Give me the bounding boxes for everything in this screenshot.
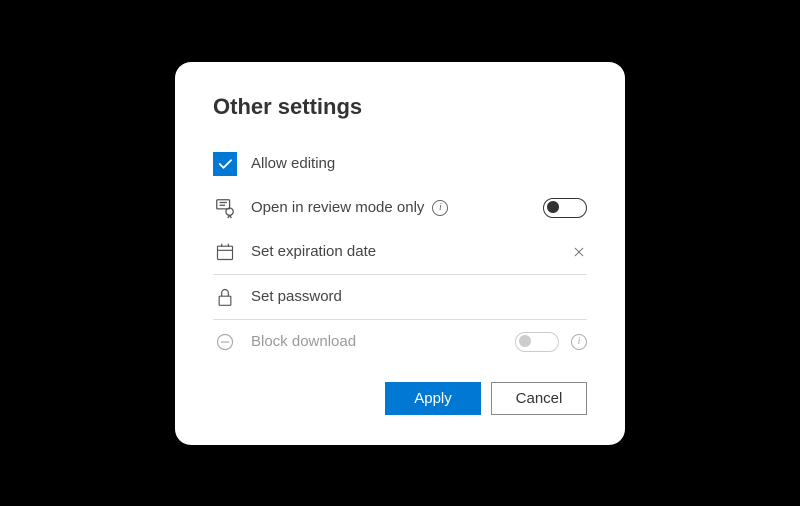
row-expiration[interactable]: Set expiration date <box>213 230 587 274</box>
expiration-label: Set expiration date <box>251 243 376 260</box>
button-row: Apply Cancel <box>213 382 587 415</box>
toggle-knob <box>519 335 531 347</box>
dialog-title: Other settings <box>213 94 587 120</box>
block-download-toggle <box>515 332 559 352</box>
calendar-icon <box>213 240 237 264</box>
review-mode-icon <box>213 196 237 220</box>
cancel-button[interactable]: Cancel <box>491 382 587 415</box>
review-mode-toggle[interactable] <box>543 198 587 218</box>
allow-editing-checkbox[interactable] <box>213 152 237 176</box>
lock-icon <box>213 285 237 309</box>
row-password[interactable]: Set password <box>213 274 587 319</box>
close-icon[interactable] <box>571 244 587 260</box>
checkmark-icon <box>216 155 234 173</box>
info-icon[interactable]: i <box>432 200 448 216</box>
password-label: Set password <box>251 288 342 305</box>
info-icon[interactable]: i <box>571 334 587 350</box>
block-icon <box>213 330 237 354</box>
other-settings-dialog: Other settings Allow editing Open in rev… <box>175 62 625 445</box>
row-review-mode: Open in review mode only i <box>213 186 587 230</box>
toggle-knob <box>547 201 559 213</box>
row-allow-editing: Allow editing <box>213 142 587 186</box>
apply-button[interactable]: Apply <box>385 382 481 415</box>
row-block-download: Block download i <box>213 319 587 364</box>
block-download-label: Block download <box>251 333 356 350</box>
allow-editing-label: Allow editing <box>251 155 335 172</box>
review-mode-label: Open in review mode only <box>251 199 424 216</box>
